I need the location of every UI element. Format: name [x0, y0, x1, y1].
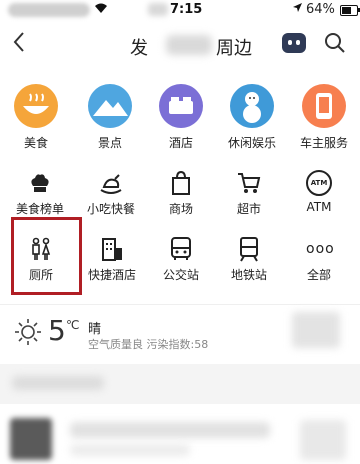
shopping-bag-icon [168, 170, 194, 196]
header-bar: 发 周边 [0, 26, 360, 66]
phone-icon [302, 84, 346, 128]
air-quality: 空气质量良 污染指数:58 [88, 338, 209, 351]
category-scenic[interactable]: 景点 [82, 84, 138, 151]
wifi-icon [94, 2, 108, 17]
atm-glyph: ATM [310, 179, 328, 187]
category-subway[interactable]: 地铁站 [224, 236, 274, 283]
weather-condition: 晴 [88, 322, 102, 337]
divider [0, 304, 360, 305]
search-icon[interactable] [324, 32, 346, 54]
temperature-value: 5 [48, 314, 66, 347]
highlight-box [11, 217, 82, 295]
section-title-blurred [12, 376, 104, 390]
bus-icon [168, 236, 194, 262]
category-label: 酒店 [168, 136, 193, 150]
atm-icon: ATM [306, 170, 332, 196]
category-label: 美食榜单 [15, 202, 64, 216]
category-label: 公交站 [162, 268, 199, 282]
category-label: 景点 [97, 136, 122, 150]
page-title-suffix: 周边 [216, 38, 252, 59]
list-item-action-blurred[interactable] [300, 420, 346, 460]
category-atm[interactable]: ATM ATM [296, 170, 342, 214]
list-item-thumbnail[interactable] [10, 418, 52, 460]
category-label: 全部 [306, 268, 331, 282]
category-label: 休闲娱乐 [227, 136, 276, 150]
sun-icon [14, 318, 42, 346]
weather-extra-blurred [292, 312, 340, 348]
time-blurred [148, 3, 168, 16]
list-item-title-blurred [70, 422, 270, 438]
status-bar: 7:15 64% [0, 0, 360, 20]
chef-hat-icon [27, 170, 53, 196]
back-icon[interactable] [12, 30, 26, 60]
category-budget-hotel[interactable]: 快捷酒店 [84, 236, 140, 283]
snowman-icon [230, 84, 274, 128]
category-label: 车主服务 [299, 136, 348, 150]
list-item-subtitle-blurred [70, 444, 190, 456]
category-label: 快捷酒店 [87, 268, 136, 282]
building-icon [99, 236, 125, 262]
more-dots-icon: ooo [306, 236, 335, 262]
battery-icon [340, 5, 358, 16]
category-label: 商场 [168, 202, 193, 216]
food-bowl-icon [14, 84, 58, 128]
shopping-cart-icon [236, 170, 262, 196]
battery-percent: 64% [306, 2, 335, 17]
category-label: 美食 [23, 136, 48, 150]
hotel-bed-icon [159, 84, 203, 128]
carrier-signal-blurred [8, 3, 90, 17]
more-glyph: ooo [306, 241, 335, 257]
category-bus-stop[interactable]: 公交站 [156, 236, 206, 283]
mountain-icon [88, 84, 132, 128]
category-label: 地铁站 [230, 268, 267, 282]
temperature-unit: ℃ [66, 318, 80, 332]
location-arrow-icon [292, 2, 303, 16]
page-title-prefix: 发 [130, 38, 148, 59]
subway-icon [236, 236, 262, 262]
category-food[interactable]: 美食 [12, 84, 60, 151]
category-car-service[interactable]: 车主服务 [294, 84, 354, 151]
page-title-blurred [166, 35, 212, 55]
category-leisure[interactable]: 休闲娱乐 [222, 84, 282, 151]
category-label: ATM [306, 200, 332, 214]
category-food-ranking[interactable]: 美食榜单 [12, 170, 68, 217]
category-mall[interactable]: 商场 [158, 170, 204, 217]
status-time: 7:15 [170, 2, 203, 17]
category-supermarket[interactable]: 超市 [226, 170, 272, 217]
category-label: 超市 [236, 202, 261, 216]
category-all[interactable]: ooo 全部 [296, 236, 342, 283]
roast-chicken-icon [98, 170, 124, 196]
assistant-robot-icon[interactable] [282, 33, 306, 53]
category-hotel[interactable]: 酒店 [156, 84, 206, 151]
category-snacks[interactable]: 小吃快餐 [84, 170, 138, 217]
category-label: 小吃快餐 [86, 202, 135, 216]
